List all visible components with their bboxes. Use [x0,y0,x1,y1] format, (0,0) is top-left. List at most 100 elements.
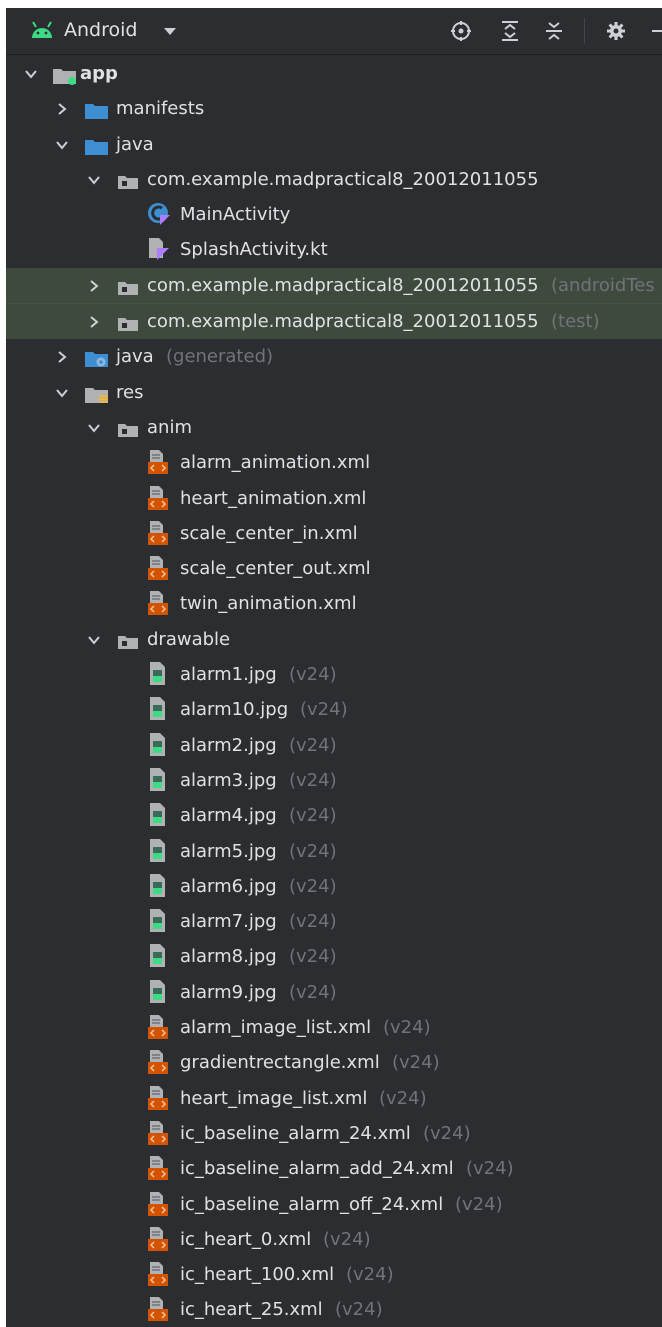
tree-item-suffix: (v24) [423,1122,471,1144]
tree-row[interactable]: alarm1.jpg (v24) [6,657,662,692]
project-panel: Android app manifests java com.example.m… [6,8,662,1327]
tree-row[interactable]: ic_heart_25.xml (v24) [6,1292,662,1327]
tree-row[interactable]: MainActivity [6,197,662,232]
tree-item-label: gradientrectangle.xml [180,1052,380,1074]
tree-item-suffix: (v24) [289,981,337,1003]
tree-row[interactable]: alarm3.jpg (v24) [6,763,662,798]
tree-row[interactable]: twin_animation.xml [6,586,662,621]
tree-item-label: heart_image_list.xml [180,1087,368,1109]
gear-icon[interactable] [605,20,627,42]
tree-row[interactable]: alarm10.jpg (v24) [6,692,662,727]
chevron-down-icon[interactable] [86,632,102,648]
tree-row[interactable]: ic_heart_0.xml (v24) [6,1222,662,1257]
tree-item-suffix: (v24) [289,805,337,827]
tree-row[interactable]: ic_heart_100.xml (v24) [6,1257,662,1292]
tree-row[interactable]: ic_baseline_alarm_24.xml (v24) [6,1116,662,1151]
tree-row[interactable]: manifests [6,91,662,126]
tree-item-suffix: (v24) [335,1299,383,1321]
tree-item-label: anim [147,416,192,438]
tree-item-label: ic_baseline_alarm_add_24.xml [180,1158,454,1180]
tree-item-label: scale_center_out.xml [180,558,371,580]
tree-row[interactable]: heart_image_list.xml (v24) [6,1081,662,1116]
tree-item-suffix: (v24) [289,769,337,791]
tree-item-suffix: (v24) [289,840,337,862]
tree-row[interactable]: alarm7.jpg (v24) [6,904,662,939]
view-selector-label[interactable]: Android [64,19,137,41]
tree-row[interactable]: java [6,127,662,162]
tree-item-label: heart_animation.xml [180,487,367,509]
tree-item-label: alarm9.jpg [180,981,277,1003]
chevron-down-icon[interactable] [54,385,70,401]
tree-item-suffix: (generated) [166,346,274,368]
tree-row[interactable]: alarm6.jpg (v24) [6,869,662,904]
tree-row[interactable]: alarm_image_list.xml (v24) [6,1010,662,1045]
tree-item-label: res [116,381,144,403]
tree-item-label: manifests [116,98,205,120]
tree-row[interactable]: alarm8.jpg (v24) [6,939,662,974]
chevron-down-icon[interactable] [86,172,102,188]
tree-item-label: alarm2.jpg [180,734,277,756]
tree-row[interactable]: app [6,56,662,91]
tree-item-suffix: (androidTes [551,274,655,296]
tree-item-suffix: (v24) [383,1017,431,1039]
tree-item-suffix: (v24) [379,1087,427,1109]
tree-row[interactable]: alarm_animation.xml [6,445,662,480]
tree-item-suffix: (v24) [289,734,337,756]
tree-item-label: alarm5.jpg [180,840,277,862]
tree-row[interactable]: anim [6,410,662,445]
tree-row[interactable]: ic_baseline_alarm_add_24.xml (v24) [6,1151,662,1186]
tree-row[interactable]: scale_center_in.xml [6,516,662,551]
tree-item-label: java [116,133,154,155]
tree-item-suffix: (v24) [466,1158,514,1180]
tree-row[interactable]: alarm5.jpg (v24) [6,834,662,869]
tree-row[interactable]: java (generated) [6,339,662,374]
collapse-all-icon[interactable] [544,20,564,42]
tree-item-label: ic_heart_25.xml [180,1299,323,1321]
tree-row[interactable]: com.example.madpractical8_20012011055 [6,162,662,197]
chevron-down-icon[interactable] [164,28,176,36]
tree-item-label: alarm_animation.xml [180,452,371,474]
chevron-right-icon[interactable] [86,278,102,294]
tree-item-label: MainActivity [180,204,291,226]
chevron-down-icon[interactable] [23,66,39,82]
tree-row[interactable]: alarm4.jpg (v24) [6,798,662,833]
tree-item-label: alarm_image_list.xml [180,1017,372,1039]
project-tree: app manifests java com.example.madpractical… [6,56,662,1327]
tree-item-suffix: (v24) [323,1228,371,1250]
android-icon [32,21,52,38]
tree-item-suffix: (v24) [289,664,337,686]
tree-row[interactable]: com.example.madpractical8_20012011055 (an… [6,267,662,304]
tree-row[interactable]: heart_animation.xml [6,481,662,516]
tree-row[interactable]: res [6,375,662,410]
tree-item-label: twin_animation.xml [180,593,357,615]
tree-row[interactable]: alarm2.jpg (v24) [6,728,662,763]
tree-item-label: SplashActivity.kt [180,239,328,261]
chevron-right-icon[interactable] [54,349,70,365]
tree-item-label: app [80,63,118,84]
tree-row[interactable]: gradientrectangle.xml (v24) [6,1045,662,1080]
xml-file-icon [146,1296,172,1327]
tree-item-label: com.example.madpractical8_20012011055 [147,311,539,333]
tree-item-label: alarm8.jpg [180,946,277,968]
tree-item-label: com.example.madpractical8_20012011055 [147,168,539,190]
chevron-right-icon[interactable] [54,101,70,117]
tree-row[interactable]: SplashActivity.kt [6,232,662,267]
tree-item-label: alarm1.jpg [180,664,277,686]
tree-row[interactable]: drawable [6,622,662,657]
tree-row[interactable]: alarm9.jpg (v24) [6,975,662,1010]
tree-item-label: ic_heart_0.xml [180,1228,312,1250]
chevron-down-icon[interactable] [54,137,70,153]
minimize-icon[interactable] [650,20,662,42]
tree-row[interactable]: ic_baseline_alarm_off_24.xml (v24) [6,1187,662,1222]
tree-row[interactable]: com.example.madpractical8_20012011055 (te… [6,303,662,340]
tree-item-suffix: (v24) [346,1264,394,1286]
expand-all-icon[interactable] [500,20,520,42]
tree-item-suffix: (v24) [289,946,337,968]
chevron-right-icon[interactable] [86,314,102,330]
locate-icon[interactable] [450,20,472,42]
tree-item-suffix: (v24) [300,699,348,721]
tree-item-label: alarm10.jpg [180,699,289,721]
chevron-down-icon[interactable] [86,420,102,436]
tree-row[interactable]: scale_center_out.xml [6,551,662,586]
tree-item-suffix: (v24) [455,1193,503,1215]
